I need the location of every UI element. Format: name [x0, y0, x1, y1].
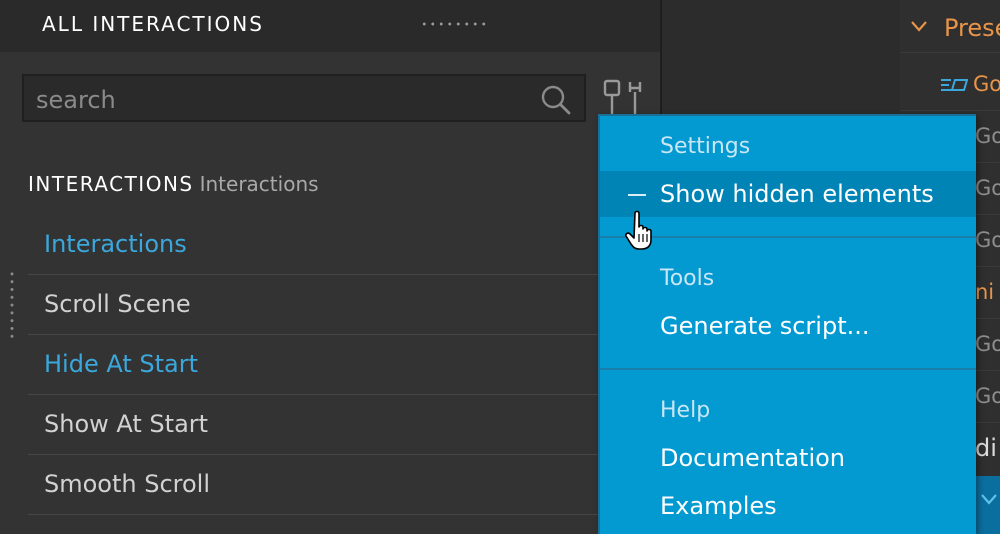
search-input[interactable] [34, 82, 538, 118]
drag-handle-icon[interactable] [420, 20, 490, 30]
panel-title: ALL INTERACTIONS [42, 12, 264, 36]
search-box [22, 74, 586, 122]
list-item[interactable]: Smooth Scroll [28, 455, 660, 515]
menu-item-show-hidden[interactable]: Show hidden elements [600, 171, 976, 217]
interactions-list: Interactions Scroll Scene Hide At Start … [28, 215, 660, 515]
list-item[interactable]: Interactions [28, 215, 660, 275]
list-item-label: Smooth Scroll [44, 470, 211, 498]
list-item-label: Hide At Start [44, 350, 199, 378]
outline-row-label: Prese [944, 14, 1000, 42]
outline-row-label: Go [973, 72, 1000, 96]
section-subtitle: Interactions [199, 172, 319, 196]
list-item[interactable]: Hide At Start [28, 335, 660, 395]
outline-row[interactable]: Go [900, 58, 1000, 111]
list-item-label: Show At Start [44, 410, 209, 438]
menu-item-examples[interactable]: Examples [660, 492, 777, 520]
unchecked-dash-icon [628, 194, 646, 196]
search-icon[interactable] [540, 84, 572, 116]
settings-dropdown-menu: Settings Show hidden elements Tools Gene… [598, 114, 976, 534]
outline-row-label: Go [975, 176, 1000, 200]
menu-item-generate-script[interactable]: Generate script... [660, 312, 869, 340]
all-interactions-panel: ALL INTERACTIONS INTERACTIONSInteraction… [0, 0, 662, 534]
hand-pointer-cursor-icon [625, 210, 652, 250]
menu-heading-settings: Settings [660, 134, 751, 159]
menu-item-documentation[interactable]: Documentation [660, 444, 845, 472]
list-item[interactable]: Scroll Scene [28, 275, 660, 335]
outline-row-label: Go [975, 384, 1000, 408]
menu-heading-tools: Tools [660, 266, 715, 291]
list-item-label: Interactions [44, 230, 187, 258]
section-title-label: INTERACTIONS [28, 172, 194, 196]
menu-divider [600, 236, 976, 238]
menu-heading-help: Help [660, 398, 711, 423]
outline-row-label: Go [975, 124, 1000, 148]
outline-row-label: Go [975, 228, 1000, 252]
outline-row-header[interactable]: Prese [900, 0, 1000, 53]
outline-row-label: di [975, 434, 997, 462]
resize-handle-icon[interactable] [9, 270, 15, 340]
menu-item-label: Show hidden elements [660, 180, 934, 208]
section-title: INTERACTIONS Interactions [28, 172, 319, 196]
text-element-icon [941, 79, 968, 91]
list-item[interactable]: Show At Start [28, 395, 660, 455]
chevron-down-icon[interactable] [910, 20, 928, 32]
outline-row-label: ni [975, 280, 995, 304]
panel-header: ALL INTERACTIONS [0, 0, 660, 52]
outline-row-label: Go [975, 332, 1000, 356]
list-item-label: Scroll Scene [44, 290, 191, 318]
menu-divider [600, 368, 976, 370]
chevron-down-icon[interactable] [980, 492, 998, 506]
